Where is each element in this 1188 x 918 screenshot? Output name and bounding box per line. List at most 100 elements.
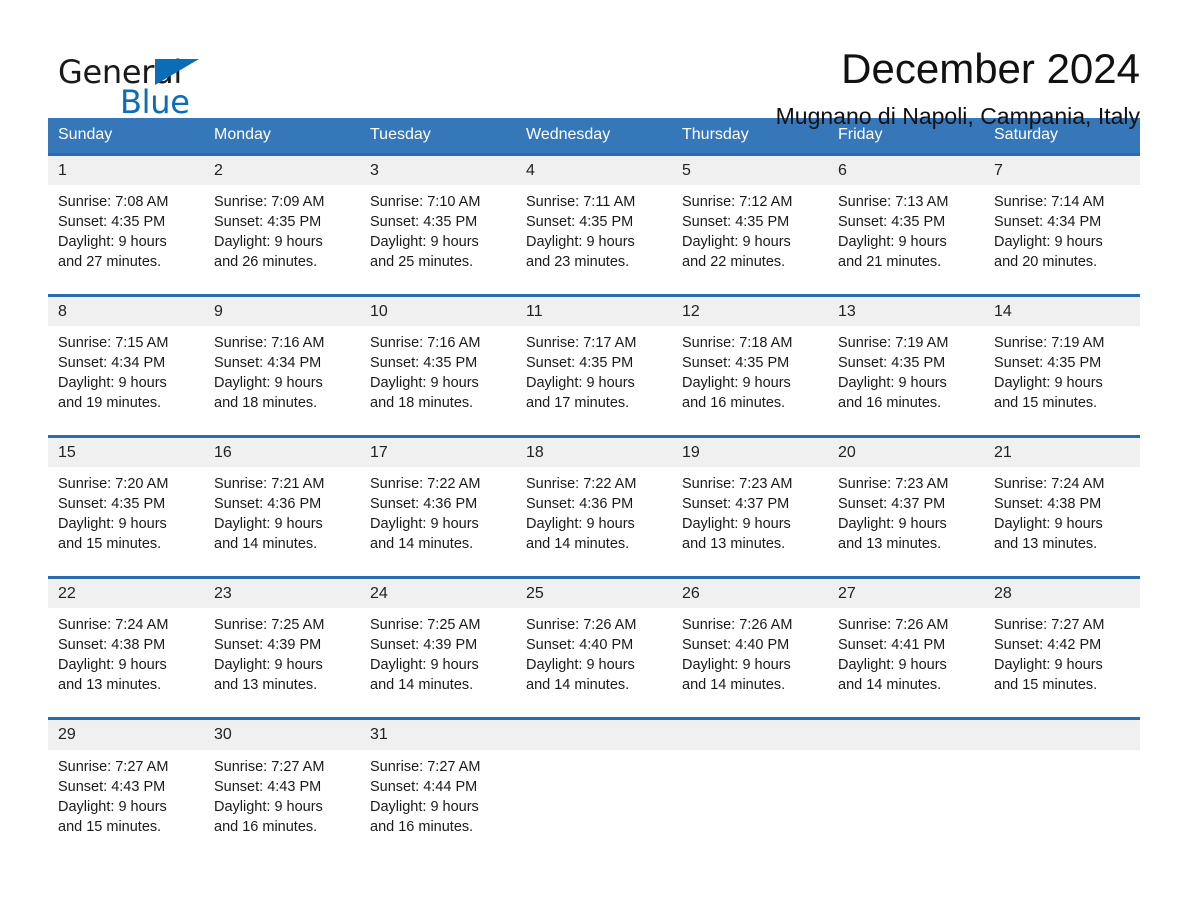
sunset-text: Sunset: 4:36 PM	[370, 496, 478, 513]
sunrise-text: Sunrise: 7:16 AM	[214, 334, 325, 351]
day-number[interactable]: 27	[828, 579, 984, 608]
day-cell[interactable]: Sunrise: 7:20 AM Sunset: 4:35 PM Dayligh…	[48, 467, 204, 567]
day-number[interactable]: 16	[204, 438, 360, 467]
sunrise-text: Sunrise: 7:26 AM	[838, 617, 949, 634]
sunset-text: Sunset: 4:35 PM	[838, 354, 946, 371]
day-number[interactable]: 26	[672, 579, 828, 608]
day-cell[interactable]: Sunrise: 7:25 AM Sunset: 4:39 PM Dayligh…	[360, 608, 516, 708]
day-cell[interactable]: Sunrise: 7:23 AM Sunset: 4:37 PM Dayligh…	[828, 467, 984, 567]
day-cell[interactable]: Sunrise: 7:21 AM Sunset: 4:36 PM Dayligh…	[204, 467, 360, 567]
day-cell[interactable]: Sunrise: 7:27 AM Sunset: 4:43 PM Dayligh…	[204, 750, 360, 850]
day-number[interactable]: 31	[360, 720, 516, 749]
day-number[interactable]: 22	[48, 579, 204, 608]
week-details-band: Sunrise: 7:15 AM Sunset: 4:34 PM Dayligh…	[48, 325, 1140, 435]
daylight-text-line1: Daylight: 9 hours	[526, 233, 635, 250]
week-daynumber-band: 22 23 24 25 26 27 28	[48, 576, 1140, 609]
sunrise-text: Sunrise: 7:23 AM	[682, 476, 793, 493]
day-cell[interactable]: Sunrise: 7:27 AM Sunset: 4:44 PM Dayligh…	[360, 750, 516, 850]
daylight-text-line1: Daylight: 9 hours	[994, 516, 1103, 533]
daylight-text-line2: and 21 minutes.	[838, 253, 942, 270]
day-cell[interactable]: Sunrise: 7:22 AM Sunset: 4:36 PM Dayligh…	[360, 467, 516, 567]
day-number[interactable]: 5	[672, 156, 828, 185]
day-cell[interactable]: Sunrise: 7:22 AM Sunset: 4:36 PM Dayligh…	[516, 467, 672, 567]
day-number[interactable]: 1	[48, 156, 204, 185]
day-cell[interactable]: Sunrise: 7:08 AM Sunset: 4:35 PM Dayligh…	[48, 185, 204, 285]
day-cell[interactable]: Sunrise: 7:13 AM Sunset: 4:35 PM Dayligh…	[828, 185, 984, 285]
day-number[interactable]: 12	[672, 297, 828, 326]
day-number[interactable]: 3	[360, 156, 516, 185]
week-details-band: Sunrise: 7:24 AM Sunset: 4:38 PM Dayligh…	[48, 608, 1140, 718]
day-cell[interactable]: Sunrise: 7:15 AM Sunset: 4:34 PM Dayligh…	[48, 326, 204, 426]
daylight-text-line2: and 26 minutes.	[214, 253, 318, 270]
week-daynumber-band: 1 2 3 4 5 6 7	[48, 152, 1140, 185]
daylight-text-line1: Daylight: 9 hours	[214, 516, 323, 533]
day-cell[interactable]: Sunrise: 7:23 AM Sunset: 4:37 PM Dayligh…	[672, 467, 828, 567]
day-cell[interactable]: Sunrise: 7:26 AM Sunset: 4:40 PM Dayligh…	[672, 608, 828, 708]
day-number[interactable]: 25	[516, 579, 672, 608]
day-number[interactable]: 29	[48, 720, 204, 749]
day-number[interactable]: 17	[360, 438, 516, 467]
sunrise-text: Sunrise: 7:27 AM	[994, 617, 1105, 634]
sunrise-text: Sunrise: 7:24 AM	[58, 617, 169, 634]
day-number[interactable]: 28	[984, 579, 1140, 608]
day-cell[interactable]: Sunrise: 7:19 AM Sunset: 4:35 PM Dayligh…	[828, 326, 984, 426]
day-cell[interactable]: Sunrise: 7:26 AM Sunset: 4:41 PM Dayligh…	[828, 608, 984, 708]
day-number[interactable]: 13	[828, 297, 984, 326]
calendar-page: General Blue December 2024 Mugnano di Na…	[0, 0, 1188, 918]
generalblue-logo[interactable]: General Blue	[58, 42, 218, 118]
sunrise-text: Sunrise: 7:27 AM	[58, 758, 169, 775]
day-cell[interactable]: Sunrise: 7:11 AM Sunset: 4:35 PM Dayligh…	[516, 185, 672, 285]
daylight-text-line2: and 16 minutes.	[682, 394, 786, 411]
weekday-header-thursday: Thursday	[682, 126, 749, 143]
day-number[interactable]: 15	[48, 438, 204, 467]
day-cell[interactable]: Sunrise: 7:24 AM Sunset: 4:38 PM Dayligh…	[48, 608, 204, 708]
day-number[interactable]: 20	[828, 438, 984, 467]
day-number[interactable]: 7	[984, 156, 1140, 185]
sunset-text: Sunset: 4:43 PM	[214, 778, 322, 795]
day-cell[interactable]: Sunrise: 7:26 AM Sunset: 4:40 PM Dayligh…	[516, 608, 672, 708]
sunrise-text: Sunrise: 7:10 AM	[370, 193, 481, 210]
sunrise-text: Sunrise: 7:23 AM	[838, 476, 949, 493]
day-cell[interactable]: Sunrise: 7:27 AM Sunset: 4:42 PM Dayligh…	[984, 608, 1140, 708]
sunset-text: Sunset: 4:39 PM	[370, 637, 478, 654]
day-number[interactable]: 9	[204, 297, 360, 326]
day-cell[interactable]: Sunrise: 7:24 AM Sunset: 4:38 PM Dayligh…	[984, 467, 1140, 567]
day-cell[interactable]: Sunrise: 7:16 AM Sunset: 4:35 PM Dayligh…	[360, 326, 516, 426]
sunrise-text: Sunrise: 7:09 AM	[214, 193, 325, 210]
daylight-text-line1: Daylight: 9 hours	[214, 233, 323, 250]
day-cell[interactable]: Sunrise: 7:12 AM Sunset: 4:35 PM Dayligh…	[672, 185, 828, 285]
day-number[interactable]: 19	[672, 438, 828, 467]
day-cell[interactable]: Sunrise: 7:18 AM Sunset: 4:35 PM Dayligh…	[672, 326, 828, 426]
day-number[interactable]: 14	[984, 297, 1140, 326]
week-details-band: Sunrise: 7:27 AM Sunset: 4:43 PM Dayligh…	[48, 749, 1140, 859]
day-cell[interactable]: Sunrise: 7:19 AM Sunset: 4:35 PM Dayligh…	[984, 326, 1140, 426]
day-cell[interactable]: Sunrise: 7:17 AM Sunset: 4:35 PM Dayligh…	[516, 326, 672, 426]
daylight-text-line1: Daylight: 9 hours	[370, 233, 479, 250]
daylight-text-line1: Daylight: 9 hours	[58, 374, 167, 391]
daylight-text-line2: and 14 minutes.	[370, 677, 474, 694]
sunrise-text: Sunrise: 7:19 AM	[838, 334, 949, 351]
day-number[interactable]: 18	[516, 438, 672, 467]
day-number[interactable]: 30	[204, 720, 360, 749]
day-cell-empty	[672, 750, 828, 850]
day-cell[interactable]: Sunrise: 7:14 AM Sunset: 4:34 PM Dayligh…	[984, 185, 1140, 285]
sunset-text: Sunset: 4:37 PM	[682, 496, 790, 513]
day-number[interactable]: 10	[360, 297, 516, 326]
day-number[interactable]: 2	[204, 156, 360, 185]
week-details-band: Sunrise: 7:08 AM Sunset: 4:35 PM Dayligh…	[48, 184, 1140, 294]
day-number[interactable]: 6	[828, 156, 984, 185]
day-cell[interactable]: Sunrise: 7:09 AM Sunset: 4:35 PM Dayligh…	[204, 185, 360, 285]
day-number[interactable]: 11	[516, 297, 672, 326]
daylight-text-line1: Daylight: 9 hours	[58, 516, 167, 533]
day-number[interactable]: 23	[204, 579, 360, 608]
day-number[interactable]: 8	[48, 297, 204, 326]
day-cell[interactable]: Sunrise: 7:25 AM Sunset: 4:39 PM Dayligh…	[204, 608, 360, 708]
day-number[interactable]: 21	[984, 438, 1140, 467]
day-number[interactable]: 4	[516, 156, 672, 185]
sunset-text: Sunset: 4:39 PM	[214, 637, 322, 654]
day-cell[interactable]: Sunrise: 7:27 AM Sunset: 4:43 PM Dayligh…	[48, 750, 204, 850]
day-cell[interactable]: Sunrise: 7:16 AM Sunset: 4:34 PM Dayligh…	[204, 326, 360, 426]
day-number[interactable]: 24	[360, 579, 516, 608]
daylight-text-line2: and 25 minutes.	[370, 253, 474, 270]
day-cell[interactable]: Sunrise: 7:10 AM Sunset: 4:35 PM Dayligh…	[360, 185, 516, 285]
